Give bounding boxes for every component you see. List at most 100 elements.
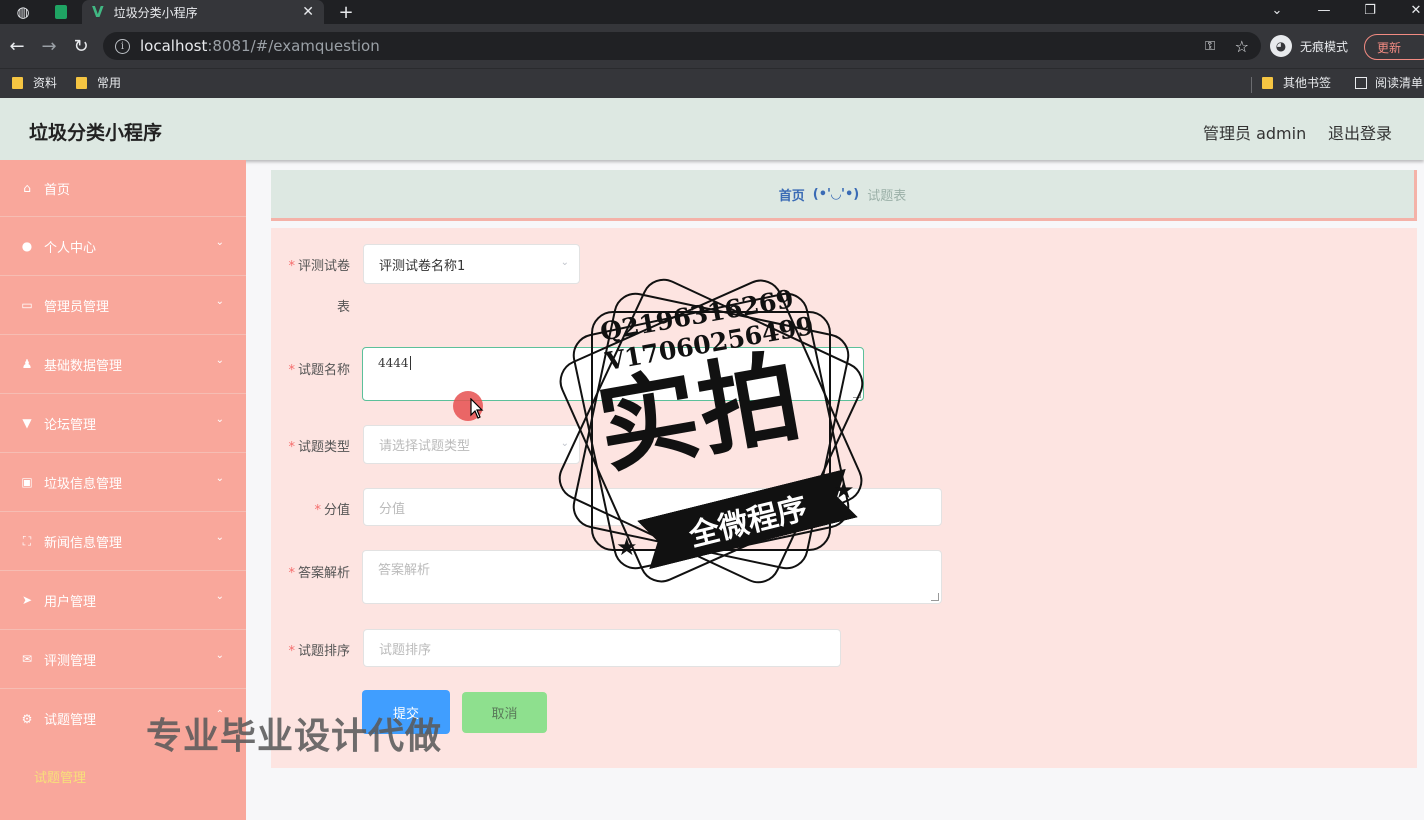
- name-label-text: 试题名称: [297, 363, 350, 378]
- sidebar-item-garbage-info[interactable]: ▣ 垃圾信息管理 ⌄: [0, 453, 246, 512]
- bookmark-label: 常用: [97, 76, 122, 90]
- tab-search-icon[interactable]: ⌄: [1257, 0, 1297, 20]
- sidebar-item-users[interactable]: ➤ 用户管理 ⌄: [0, 571, 246, 630]
- sidebar-item-label: 新闻信息管理: [44, 535, 123, 551]
- new-tab-icon[interactable]: +: [334, 0, 358, 24]
- text-caret: [409, 356, 411, 370]
- paper-label-line2: 表: [336, 300, 350, 315]
- mouse-pointer-icon: [470, 398, 484, 419]
- analysis-textarea[interactable]: 答案解析: [362, 550, 942, 604]
- site-info-icon[interactable]: i: [115, 38, 130, 54]
- bookmark-star-icon[interactable]: ☆: [1235, 37, 1249, 56]
- name-value: 4444: [378, 356, 409, 370]
- required-mark: *: [314, 503, 321, 518]
- analysis-label-text: 答案解析: [297, 566, 350, 581]
- update-button[interactable]: 更新: [1364, 34, 1424, 60]
- incognito-indicator[interactable]: ◕ 无痕模式: [1270, 35, 1348, 57]
- bookmark-folder-0[interactable]: 资料: [12, 74, 57, 91]
- breadcrumb-current: 试题表: [867, 188, 907, 204]
- sidebar-item-label: 用户管理: [44, 594, 97, 610]
- incognito-icon: ◕: [1270, 35, 1292, 57]
- bookmarks-bar: 资料 常用 其他书签 阅读清单: [0, 68, 1424, 98]
- url-path: :8081/#/examquestion: [207, 37, 380, 55]
- sidebar-item-label: 基础数据管理: [44, 358, 123, 374]
- update-label: 更新: [1377, 40, 1402, 55]
- reading-list-label: 阅读清单: [1375, 76, 1424, 90]
- sheets-tab-icon[interactable]: [42, 0, 80, 24]
- type-placeholder: 请选择试题类型: [379, 439, 471, 454]
- score-placeholder: 分值: [379, 501, 406, 517]
- key-icon[interactable]: ⚿: [1205, 39, 1215, 54]
- type-label-text: 试题类型: [297, 440, 350, 455]
- sidebar-item-label: 评测管理: [44, 653, 97, 669]
- bookmark-label: 资料: [33, 76, 58, 90]
- bottom-watermark: 专业毕业设计代做: [146, 716, 443, 757]
- address-bar: ← → ↻ i localhost :8081/#/examquestion ⚿…: [0, 24, 1424, 68]
- name-label: * 试题名称: [270, 359, 350, 378]
- url-field[interactable]: i localhost :8081/#/examquestion ⚿ ☆: [103, 32, 1261, 60]
- sidebar-item-evaluation[interactable]: ✉ 评测管理 ⌄: [0, 630, 246, 689]
- sidebar-item-label: 论坛管理: [44, 417, 97, 433]
- other-bookmarks[interactable]: 其他书签: [1262, 74, 1331, 91]
- gear-icon: ⚙: [21, 711, 33, 726]
- admin-label: 管理员 admin: [1203, 124, 1307, 143]
- star-icon: ★: [616, 533, 638, 561]
- type-label: * 试题类型: [270, 436, 350, 455]
- breadcrumb-separator: (•'◡'•): [812, 186, 860, 202]
- trash-icon: ▣: [21, 475, 33, 489]
- bookmarks-divider: [1251, 77, 1252, 93]
- sidebar-item-news[interactable]: ⛶ 新闻信息管理 ⌄: [0, 512, 246, 571]
- app-title: 垃圾分类小程序: [29, 122, 163, 144]
- browser-tab-bar: ◍ V 垃圾分类小程序 ✕ + ⌄ — ❐ ✕: [0, 0, 1424, 24]
- paper-label-line1: 评测试卷: [297, 259, 350, 274]
- pin-icon: ▼: [22, 416, 32, 430]
- mail-icon: ✉: [21, 652, 33, 666]
- score-label-text: 分值: [323, 503, 350, 518]
- star-icon: ★: [833, 476, 855, 504]
- folder-icon: [76, 76, 87, 89]
- minimize-icon[interactable]: —: [1304, 0, 1344, 20]
- bookmark-folder-1[interactable]: 常用: [76, 74, 121, 91]
- logout-link[interactable]: 退出登录: [1328, 120, 1392, 144]
- tab-close-icon[interactable]: ✕: [302, 4, 314, 20]
- order-placeholder: 试题排序: [379, 642, 432, 658]
- required-mark: *: [288, 363, 295, 378]
- cancel-button[interactable]: 取消: [462, 692, 547, 733]
- restore-icon[interactable]: ❐: [1350, 0, 1390, 20]
- close-window-icon[interactable]: ✕: [1396, 0, 1424, 20]
- chevron-down-icon: ⌄: [215, 296, 224, 307]
- globe-icon[interactable]: ◍: [4, 0, 42, 24]
- back-icon[interactable]: ←: [6, 35, 28, 57]
- chevron-down-icon: ⌄: [215, 414, 224, 425]
- resize-handle[interactable]: [931, 593, 939, 601]
- sidebar-item-label: 个人中心: [44, 240, 97, 256]
- required-mark: *: [288, 440, 295, 455]
- sidebar-item-admins[interactable]: ▭ 管理员管理 ⌄: [0, 276, 246, 335]
- incognito-label: 无痕模式: [1300, 39, 1349, 54]
- sidebar-item-profile[interactable]: ● 个人中心 ⌄: [0, 217, 246, 276]
- sidebar-item-forum[interactable]: ▼ 论坛管理 ⌄: [0, 394, 246, 453]
- paper-select[interactable]: 评测试卷名称1 ⌄: [363, 244, 580, 284]
- chevron-down-icon: ⌄: [560, 257, 569, 268]
- chevron-down-icon: ⌄: [215, 473, 224, 484]
- order-input[interactable]: 试题排序: [363, 629, 841, 667]
- sidebar-item-home[interactable]: ⌂ 首页: [0, 160, 246, 217]
- sidebar-item-basic-data[interactable]: ♟ 基础数据管理 ⌄: [0, 335, 246, 394]
- chevron-down-icon: ⌄: [215, 650, 224, 661]
- breadcrumb: 首页 (•'◡'•) 试题表: [271, 170, 1417, 221]
- required-mark: *: [288, 259, 295, 274]
- sidebar-item-label: 管理员管理: [44, 299, 110, 315]
- other-bookmarks-label: 其他书签: [1283, 76, 1332, 90]
- type-select[interactable]: 请选择试题类型 ⌄: [363, 425, 580, 464]
- active-tab[interactable]: V 垃圾分类小程序 ✕: [82, 0, 324, 24]
- breadcrumb-home[interactable]: 首页: [779, 185, 805, 204]
- paper-label: * 评测试卷: [284, 255, 350, 274]
- resize-handle[interactable]: [853, 390, 861, 398]
- forward-icon[interactable]: →: [38, 35, 60, 57]
- reading-list-icon: [1355, 76, 1367, 89]
- reading-list[interactable]: 阅读清单: [1355, 74, 1423, 91]
- chevron-down-icon: ⌄: [560, 437, 569, 449]
- reload-icon[interactable]: ↻: [70, 35, 92, 57]
- order-label-text: 试题排序: [297, 644, 350, 659]
- analysis-placeholder: 答案解析: [378, 563, 431, 578]
